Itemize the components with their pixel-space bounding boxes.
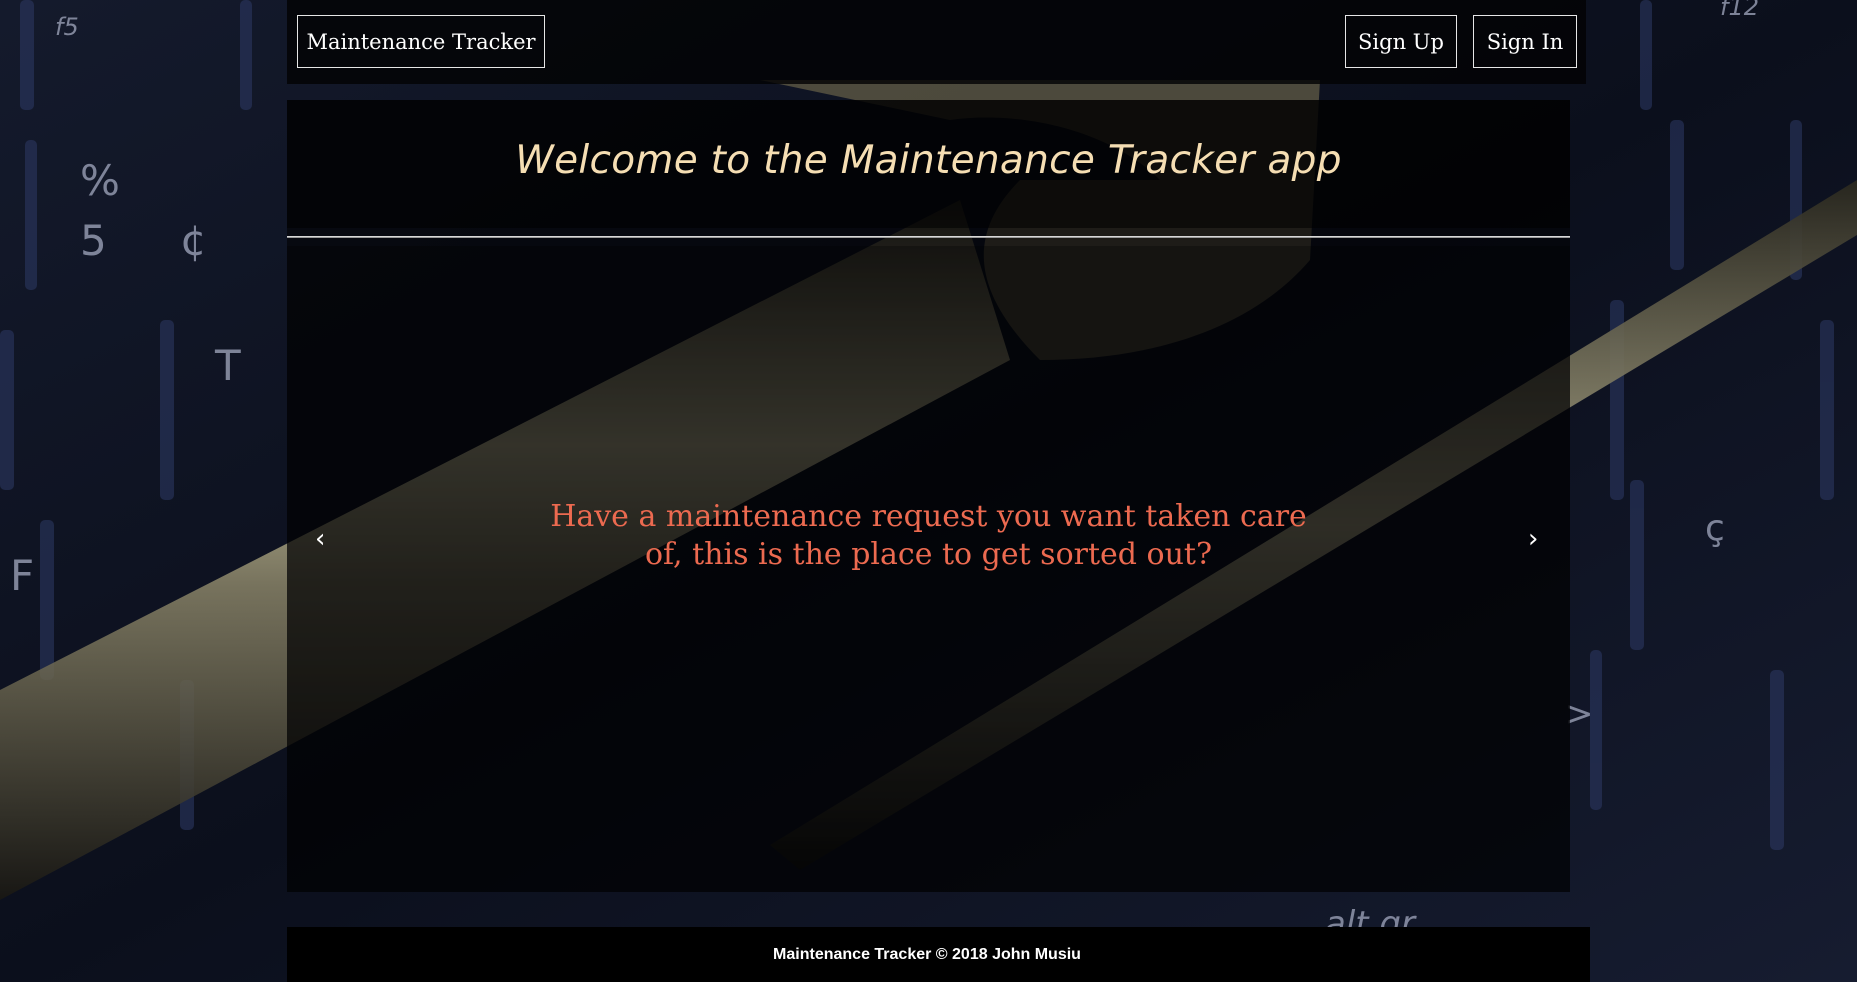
main-panel: Welcome to the Maintenance Tracker app ‹…: [287, 100, 1570, 982]
svg-text:f5: f5: [55, 13, 79, 41]
footer: Maintenance Tracker © 2018 John Musiu: [287, 927, 1590, 982]
svg-text:f12: f12: [1720, 0, 1759, 21]
svg-text:¢: ¢: [180, 216, 207, 265]
svg-text:F: F: [10, 551, 34, 600]
svg-text:T: T: [214, 341, 241, 390]
sign-up-button[interactable]: Sign Up: [1345, 15, 1457, 68]
page-title: Welcome to the Maintenance Tracker app: [515, 138, 1342, 183]
carousel-prev-icon[interactable]: ‹: [315, 526, 325, 552]
carousel: ‹ Have a maintenance request you want ta…: [287, 246, 1570, 982]
carousel-next-icon[interactable]: ›: [1528, 526, 1538, 552]
brand-link[interactable]: Maintenance Tracker: [297, 15, 545, 68]
sign-in-button[interactable]: Sign In: [1473, 15, 1577, 68]
svg-text:ç: ç: [1705, 508, 1725, 549]
svg-text:%: %: [80, 156, 120, 205]
navbar: Maintenance Tracker Sign Up Sign In: [287, 0, 1586, 84]
divider: [287, 236, 1570, 238]
footer-copyright: Maintenance Tracker © 2018 John Musiu: [773, 945, 1081, 963]
carousel-slide-text: Have a maintenance request you want take…: [550, 499, 1307, 572]
svg-text:5: 5: [80, 216, 107, 265]
